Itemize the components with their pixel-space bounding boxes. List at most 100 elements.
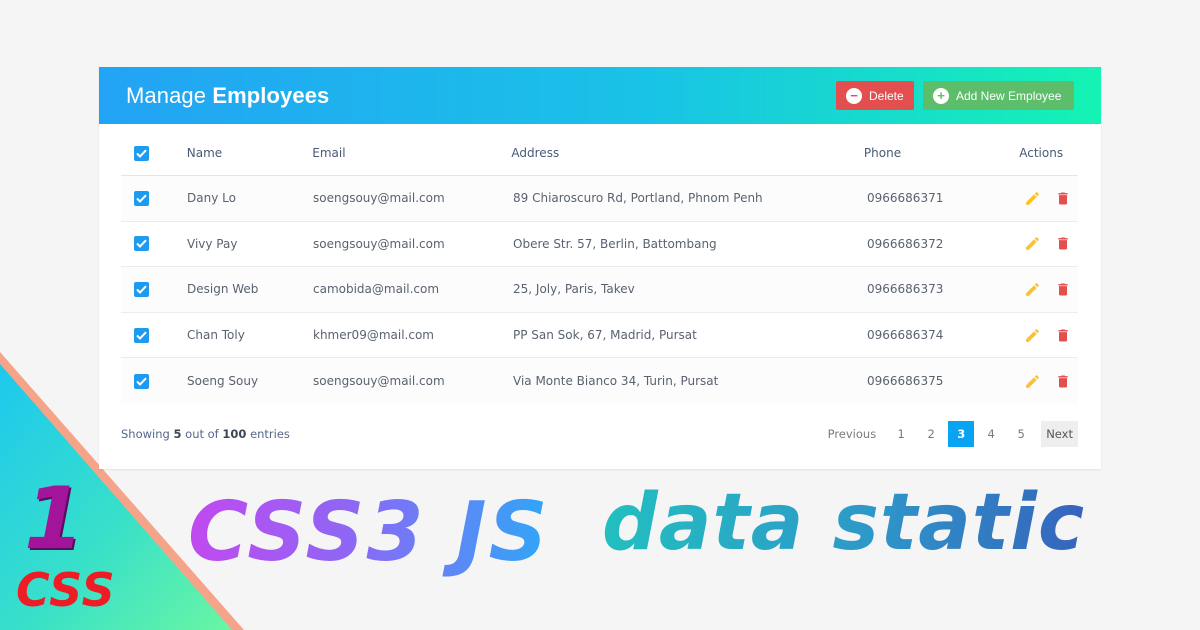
employee-card: Manage Employees − Delete + Add New Empl…	[99, 67, 1101, 469]
entries-label: entries	[250, 427, 290, 441]
trash-icon	[1058, 283, 1068, 296]
edit-button[interactable]	[1024, 235, 1041, 252]
select-all-cell	[121, 145, 187, 161]
row-phone: 0966686374	[867, 328, 944, 343]
add-employee-button-label: Add New Employee	[956, 88, 1062, 103]
delete-row-button[interactable]	[1055, 373, 1071, 390]
card-footer: Showing 5 out of 100 entries Previous 1 …	[121, 419, 1078, 449]
entries-summary: Showing 5 out of 100 entries	[121, 427, 290, 441]
table-row: Soeng Souy soengsouy@mail.com Via Monte Bi…	[121, 358, 1078, 404]
edit-button[interactable]	[1024, 373, 1041, 390]
trash-icon	[1058, 375, 1068, 388]
row-actions	[1004, 373, 1078, 390]
trash-icon	[1058, 329, 1068, 342]
row-email: soengsouy@mail.com	[313, 374, 445, 389]
checkmark-icon	[136, 377, 147, 386]
card-header: Manage Employees − Delete + Add New Empl…	[99, 67, 1101, 124]
delete-button-label: Delete	[869, 88, 904, 103]
row-email: soengsouy@mail.com	[313, 191, 445, 206]
row-address: 89 Chiaroscuro Rd, Portland, Phnom Penh	[513, 191, 763, 206]
checkmark-icon	[136, 194, 147, 203]
checkmark-icon	[136, 239, 147, 249]
row-email: camobida@mail.com	[313, 282, 440, 297]
checkmark-icon	[136, 285, 147, 294]
delete-button[interactable]: − Delete	[836, 81, 914, 110]
row-actions	[1004, 281, 1078, 298]
delete-row-button[interactable]	[1055, 327, 1071, 344]
plus-circle-icon: +	[933, 87, 949, 104]
row-checkbox[interactable]	[134, 373, 149, 389]
delete-row-button[interactable]	[1055, 235, 1071, 252]
row-phone: 0966686371	[867, 191, 944, 206]
minus-circle-icon: −	[846, 87, 862, 104]
row-actions	[1004, 190, 1078, 207]
row-checkbox[interactable]	[134, 236, 149, 252]
row-actions	[1004, 327, 1078, 344]
row-name: Dany Lo	[187, 191, 236, 206]
banner-headline-left: CSS3 JS	[188, 485, 550, 580]
pencil-icon	[1026, 237, 1039, 251]
pencil-icon	[1026, 191, 1039, 205]
pagination-page-5[interactable]: 5	[1008, 421, 1034, 447]
column-header-phone[interactable]: Phone	[864, 146, 1000, 160]
entries-out-of: out of	[185, 427, 219, 441]
employee-table: Name Email Address Phone Actions Dany Lo…	[121, 131, 1078, 404]
entries-count: 5	[173, 427, 182, 441]
column-header-address[interactable]: Address	[511, 146, 864, 160]
checkmark-icon	[136, 331, 147, 340]
add-employee-button[interactable]: + Add New Employee	[923, 81, 1074, 110]
pencil-icon	[1026, 283, 1039, 296]
pencil-icon	[1026, 328, 1039, 342]
delete-row-button[interactable]	[1055, 190, 1071, 207]
page-title-light: Manage	[126, 82, 207, 108]
row-name: Design Web	[187, 282, 259, 297]
row-checkbox[interactable]	[134, 281, 149, 297]
row-phone: 0966686373	[867, 282, 944, 297]
page-title: Manage Employees	[126, 83, 329, 109]
pagination-page-4[interactable]: 4	[978, 421, 1004, 447]
row-address: Obere Str. 57, Berlin, Battombang	[513, 236, 717, 251]
row-phone: 0966686375	[867, 374, 944, 389]
row-name: Chan Toly	[187, 328, 245, 343]
column-header-name[interactable]: Name	[187, 146, 312, 160]
pagination: Previous 1 2 3 4 5 Next	[824, 421, 1078, 447]
table-row: Design Web camobida@mail.com 25, Joly, Par…	[121, 267, 1078, 313]
pagination-previous[interactable]: Previous	[824, 421, 881, 447]
row-checkbox[interactable]	[134, 190, 149, 206]
row-address: Via Monte Bianco 34, Turin, Pursat	[513, 374, 719, 389]
table-header: Name Email Address Phone Actions	[121, 131, 1078, 176]
row-actions	[1004, 235, 1078, 252]
row-address: 25, Joly, Paris, Takev	[513, 282, 635, 297]
edit-button[interactable]	[1024, 281, 1041, 298]
row-select-cell	[121, 327, 187, 343]
pagination-page-2[interactable]: 2	[918, 421, 944, 447]
select-all-checkbox[interactable]	[134, 145, 149, 161]
delete-row-button[interactable]	[1055, 281, 1071, 298]
entries-total: 100	[222, 427, 247, 441]
row-select-cell	[121, 190, 187, 206]
pagination-page-1[interactable]: 1	[888, 421, 914, 447]
pencil-icon	[1026, 374, 1039, 388]
checkmark-icon	[136, 149, 147, 158]
edit-button[interactable]	[1024, 327, 1041, 344]
banner-number: 1	[24, 469, 84, 569]
banner-headline-right: data static	[602, 478, 1086, 568]
pagination-page-3-active[interactable]: 3	[948, 421, 975, 447]
row-address: PP San Sok, 67, Madrid, Pursat	[513, 328, 697, 343]
page-title-bold: Employees	[212, 82, 330, 108]
column-header-email[interactable]: Email	[312, 146, 511, 160]
edit-button[interactable]	[1024, 190, 1041, 207]
pagination-next[interactable]: Next	[1041, 421, 1078, 447]
row-email: soengsouy@mail.com	[313, 236, 445, 251]
table-body: Dany Lo soengsouy@mail.com 89 Chiaroscuro …	[121, 176, 1078, 404]
trash-icon	[1058, 237, 1068, 250]
table-row: Chan Toly khmer09@mail.com PP San Sok, 67,…	[121, 313, 1078, 359]
row-name: Soeng Souy	[187, 374, 259, 389]
header-actions: − Delete + Add New Employee	[836, 81, 1074, 110]
row-email: khmer09@mail.com	[313, 328, 434, 343]
column-header-actions: Actions	[1019, 146, 1064, 160]
row-phone: 0966686372	[867, 236, 944, 251]
table-row: Vivy Pay soengsouy@mail.com Obere Str. 57,…	[121, 222, 1078, 268]
row-checkbox[interactable]	[134, 327, 149, 343]
table-row: Dany Lo soengsouy@mail.com 89 Chiaroscuro …	[121, 176, 1078, 222]
